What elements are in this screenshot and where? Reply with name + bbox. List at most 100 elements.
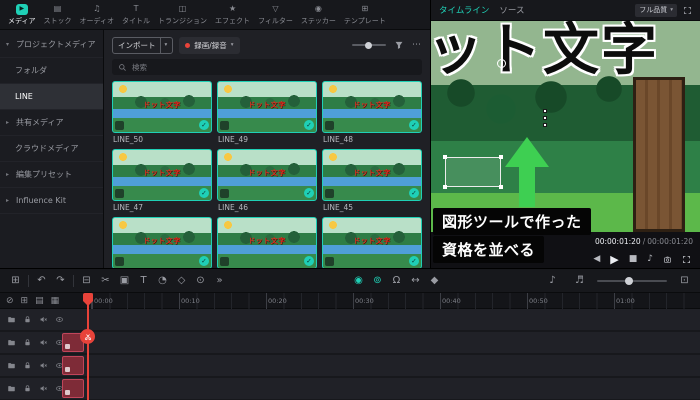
handle-dot[interactable] bbox=[543, 123, 547, 127]
fit-timeline-icon[interactable]: ⊡ bbox=[675, 272, 694, 290]
magnet-snap-icon[interactable]: Ω bbox=[387, 272, 406, 290]
added-check-icon[interactable]: ✓ bbox=[409, 120, 419, 130]
playhead-line[interactable] bbox=[87, 293, 89, 400]
disable-track-icon[interactable]: ⊘ bbox=[6, 296, 14, 306]
added-check-icon[interactable]: ✓ bbox=[304, 188, 314, 198]
search-bar[interactable] bbox=[112, 59, 422, 75]
selection-handle[interactable] bbox=[443, 155, 447, 159]
audio-mixer-icon[interactable]: ♪ bbox=[543, 272, 562, 290]
added-check-icon[interactable]: ✓ bbox=[199, 188, 209, 198]
handle-dot[interactable] bbox=[543, 116, 547, 120]
keyframe-icon[interactable]: ◇ bbox=[172, 272, 191, 290]
play-button[interactable]: ▶ bbox=[610, 253, 618, 266]
lock-icon[interactable] bbox=[23, 384, 32, 393]
quality-dropdown[interactable]: フル品質 ▾ bbox=[635, 3, 677, 17]
crop-icon[interactable]: ▣ bbox=[115, 272, 134, 290]
lock-icon[interactable] bbox=[23, 315, 32, 324]
added-check-icon[interactable]: ✓ bbox=[199, 256, 209, 266]
eye-icon[interactable] bbox=[55, 315, 64, 324]
lock-icon[interactable] bbox=[23, 338, 32, 347]
more-tools-icon[interactable]: » bbox=[210, 272, 229, 290]
tab-media[interactable]: ▶ メディア bbox=[4, 0, 40, 30]
lock-icon[interactable] bbox=[23, 361, 32, 370]
media-grid-icon[interactable]: ⊞ bbox=[6, 272, 25, 290]
tab-filter[interactable]: ▽ フィルター bbox=[254, 0, 297, 30]
record-toggle-icon[interactable]: ⊙ bbox=[191, 272, 210, 290]
audio-tool-icon[interactable]: ♬ bbox=[570, 272, 589, 290]
grid-view-icon[interactable]: ⊞ bbox=[21, 296, 29, 306]
zoom-slider-knob[interactable] bbox=[625, 276, 633, 285]
previous-frame-button[interactable]: ◀ bbox=[593, 254, 600, 264]
stop-button[interactable]: ■ bbox=[629, 254, 638, 264]
media-thumbnail[interactable]: ドット文字 ✓ bbox=[112, 217, 212, 268]
shape-selection-box[interactable] bbox=[443, 155, 503, 189]
track-height-icon[interactable]: ▦ bbox=[51, 296, 60, 306]
sidebar-item-line[interactable]: LINE bbox=[0, 84, 103, 110]
redo-icon[interactable]: ↷ bbox=[51, 272, 70, 290]
timeline-clip[interactable] bbox=[62, 379, 84, 398]
more-options-icon[interactable]: ⋯ bbox=[412, 40, 422, 50]
auto-sync-icon[interactable]: ⊚ bbox=[368, 272, 387, 290]
split-clip-button[interactable] bbox=[80, 329, 95, 344]
media-thumbnail[interactable]: ドット文字 ✓ bbox=[322, 149, 422, 201]
search-input[interactable] bbox=[132, 62, 416, 72]
handle-dot[interactable] bbox=[543, 109, 547, 113]
media-thumbnail[interactable]: ドット文字 ✓ bbox=[112, 81, 212, 133]
media-thumbnail[interactable]: ドット文字 ✓ bbox=[322, 81, 422, 133]
media-thumbnail[interactable]: ドット文字 ✓ bbox=[322, 217, 422, 268]
add-keyframe-icon[interactable]: ◆ bbox=[425, 272, 444, 290]
tab-template[interactable]: ⊞ テンプレート bbox=[340, 0, 390, 30]
snapshot-icon[interactable] bbox=[663, 255, 672, 264]
sidebar-item-folder[interactable]: フォルダ bbox=[0, 58, 103, 84]
fullscreen-icon[interactable] bbox=[682, 255, 691, 264]
tab-transition[interactable]: ◫ トランジション bbox=[154, 0, 211, 30]
track-row[interactable] bbox=[0, 378, 700, 399]
media-thumbnail[interactable]: ドット文字 ✓ bbox=[217, 81, 317, 133]
tab-timeline[interactable]: タイムライン bbox=[439, 4, 489, 16]
added-check-icon[interactable]: ✓ bbox=[409, 256, 419, 266]
sidebar-item-project-media[interactable]: ▾ プロジェクトメディア bbox=[0, 32, 103, 58]
timeline-clip[interactable] bbox=[62, 356, 84, 375]
timeline-zoom-slider[interactable] bbox=[597, 276, 667, 285]
tab-title[interactable]: T タイトル bbox=[118, 0, 154, 30]
track-row[interactable] bbox=[0, 309, 700, 330]
mute-icon[interactable] bbox=[39, 361, 48, 370]
tab-stock[interactable]: ▤ ストック bbox=[40, 0, 76, 30]
sidebar-item-influence-kit[interactable]: ▸ Influence Kit bbox=[0, 188, 103, 214]
mute-icon[interactable] bbox=[39, 315, 48, 324]
ripple-edit-icon[interactable]: ◉ bbox=[349, 272, 368, 290]
sidebar-item-cloud-media[interactable]: クラウドメディア bbox=[0, 136, 103, 162]
tab-sticker[interactable]: ◉ ステッカー bbox=[297, 0, 340, 30]
funnel-filter-icon[interactable] bbox=[394, 40, 404, 50]
selection-handle[interactable] bbox=[443, 185, 447, 189]
green-arrow-graphic[interactable] bbox=[505, 137, 549, 167]
speed-icon[interactable]: ◔ bbox=[153, 272, 172, 290]
shape-drag-handle[interactable] bbox=[543, 109, 547, 127]
selection-handle[interactable] bbox=[499, 185, 503, 189]
slider-knob[interactable] bbox=[365, 41, 372, 49]
added-check-icon[interactable]: ✓ bbox=[304, 256, 314, 266]
media-thumbnail[interactable]: ドット文字 ✓ bbox=[112, 149, 212, 201]
tab-effect[interactable]: ★ エフェクト bbox=[211, 0, 254, 30]
track-row[interactable] bbox=[0, 332, 700, 353]
delete-icon[interactable]: ⊟ bbox=[77, 272, 96, 290]
record-button[interactable]: 録画/録音 ▾ bbox=[179, 36, 240, 54]
selection-handle[interactable] bbox=[499, 155, 503, 159]
undo-icon[interactable]: ↶ bbox=[32, 272, 51, 290]
sidebar-item-edit-presets[interactable]: ▸ 編集プリセット bbox=[0, 162, 103, 188]
import-button[interactable]: インポート ▾ bbox=[112, 36, 174, 54]
tab-source[interactable]: ソース bbox=[499, 4, 524, 16]
added-check-icon[interactable]: ✓ bbox=[199, 120, 209, 130]
added-check-icon[interactable]: ✓ bbox=[409, 188, 419, 198]
media-thumbnail[interactable]: ドット文字 ✓ bbox=[217, 217, 317, 268]
green-arrow-graphic[interactable] bbox=[519, 165, 535, 207]
thumbnail-size-slider[interactable] bbox=[352, 41, 386, 49]
volume-button[interactable]: ♪ bbox=[647, 254, 653, 264]
split-icon[interactable]: ✂ bbox=[96, 272, 115, 290]
mute-icon[interactable] bbox=[39, 384, 48, 393]
tab-audio[interactable]: ♫ オーディオ bbox=[76, 0, 119, 30]
media-thumbnail[interactable]: ドット文字 ✓ bbox=[217, 149, 317, 201]
track-list-icon[interactable]: ▤ bbox=[35, 296, 44, 306]
sidebar-item-shared-media[interactable]: ▸ 共有メディア bbox=[0, 110, 103, 136]
track-row[interactable] bbox=[0, 355, 700, 376]
